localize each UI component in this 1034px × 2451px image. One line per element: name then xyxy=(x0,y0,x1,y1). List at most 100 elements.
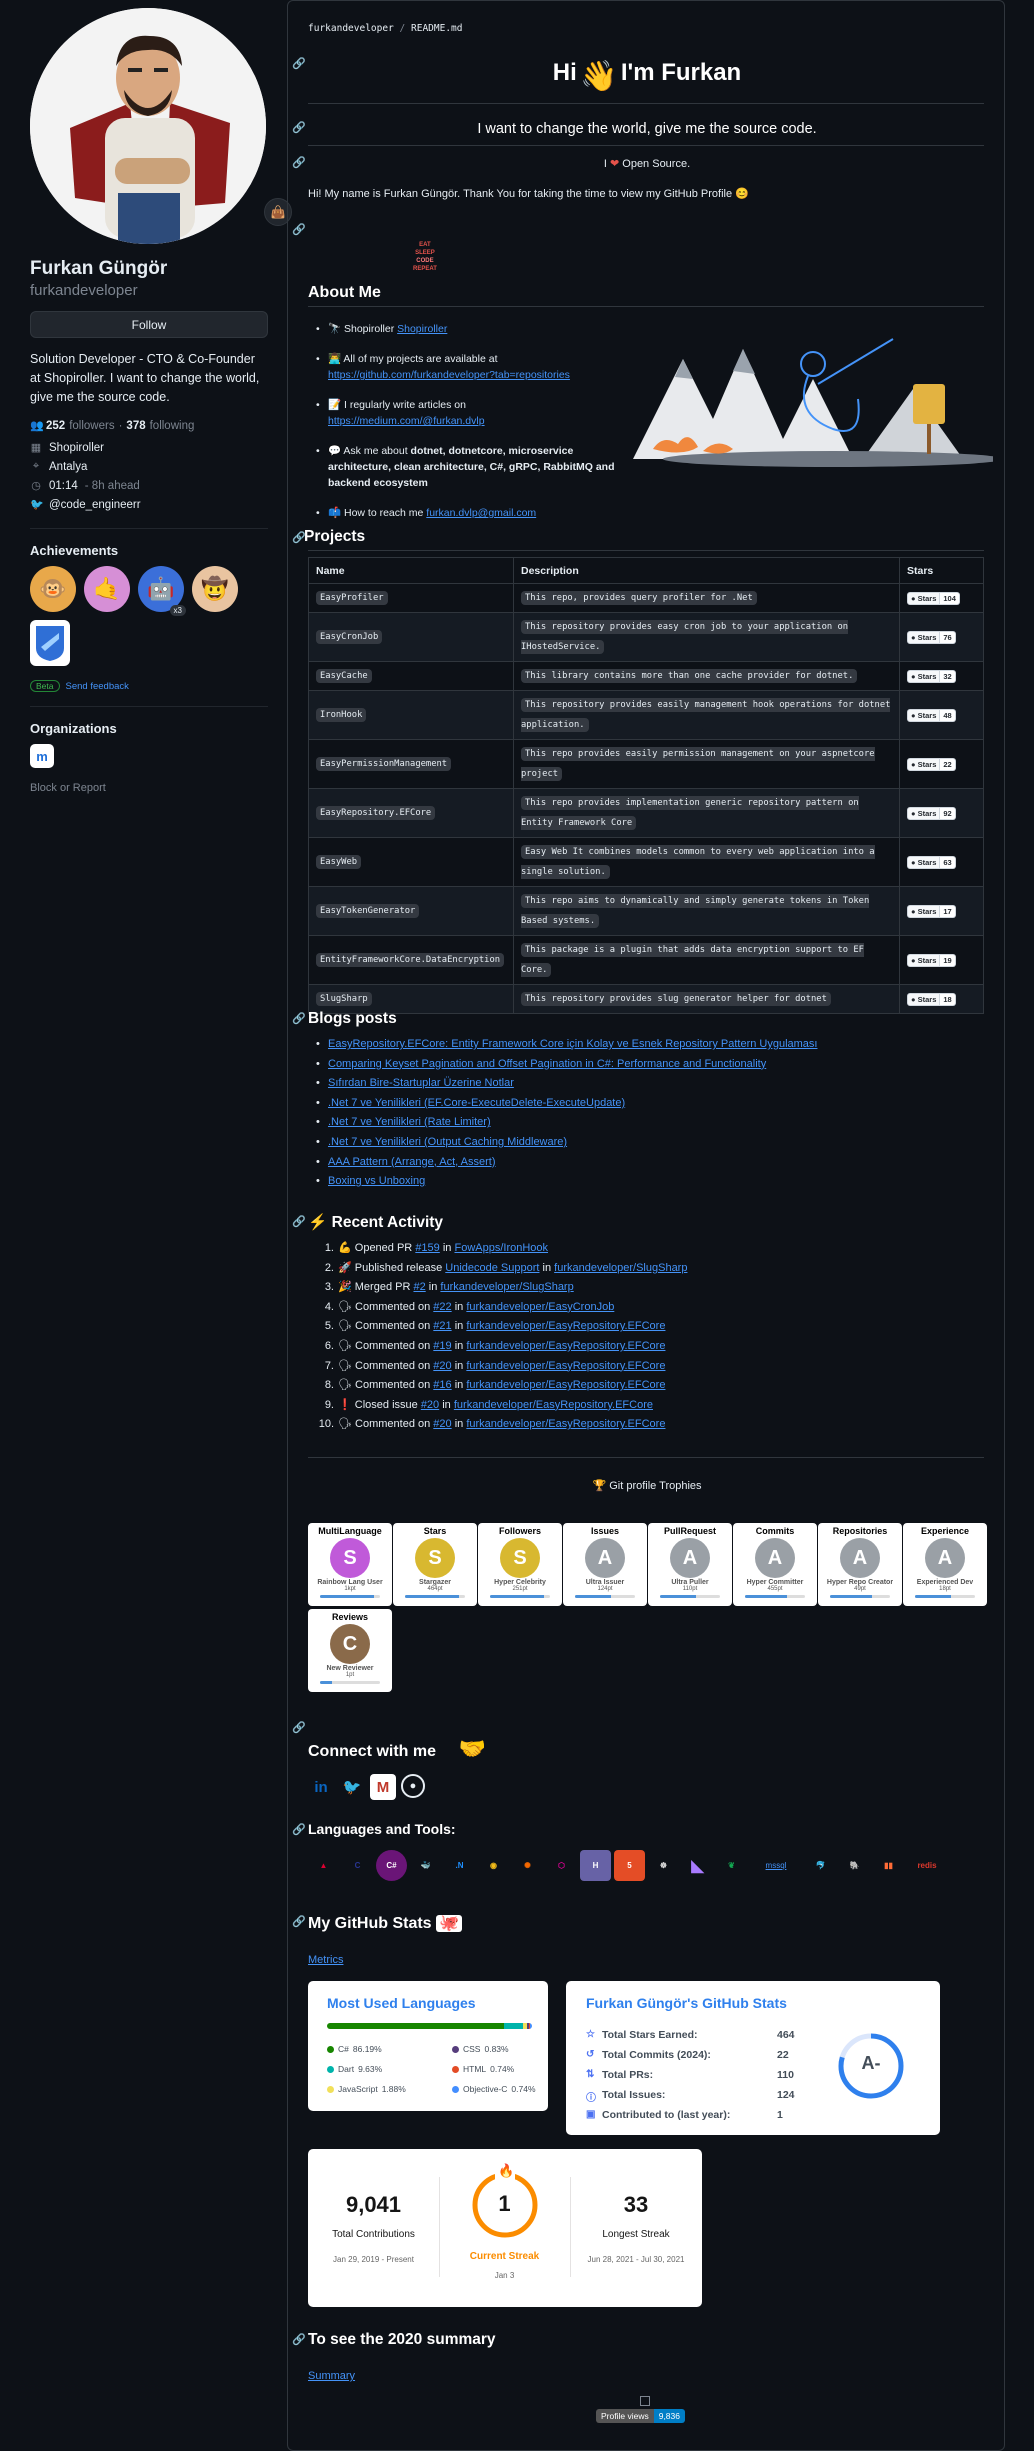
avatar[interactable] xyxy=(30,8,266,244)
blog-post-link[interactable]: .Net 7 ve Yenilikleri (Rate Limiter) xyxy=(316,1113,817,1133)
activity-ref-link[interactable]: #19 xyxy=(433,1340,451,1352)
project-name[interactable]: EasyWeb xyxy=(316,855,362,869)
followers-label[interactable]: followers xyxy=(69,420,114,432)
activity-repo-link[interactable]: furkandeveloper/EasyRepository.EFCore xyxy=(466,1379,665,1391)
activity-ref-link[interactable]: #20 xyxy=(433,1360,451,1372)
blog-post-link[interactable]: .Net 7 ve Yenilikleri (Output Caching Mi… xyxy=(316,1133,817,1153)
anchor-link-icon[interactable]: 🔗 xyxy=(292,2333,306,2346)
mssql-image-alt[interactable]: mssql xyxy=(750,1850,802,1881)
activity-repo-link[interactable]: furkandeveloper/EasyRepository.EFCore xyxy=(454,1399,653,1411)
most-used-languages-card[interactable]: Most Used Languages C# 86.19% CSS 0.83% Da… xyxy=(308,1981,548,2111)
anchor-link-icon[interactable]: 🔗 xyxy=(292,1215,306,1228)
activity-repo-link[interactable]: furkandeveloper/EasyCronJob xyxy=(466,1301,614,1313)
send-feedback-link[interactable]: Send feedback xyxy=(66,681,129,692)
project-name[interactable]: EasyProfiler xyxy=(316,591,388,605)
blog-post-link[interactable]: Boxing vs Unboxing xyxy=(316,1172,817,1192)
activity-ref-link[interactable]: #20 xyxy=(421,1399,439,1411)
followers-count[interactable]: 252 xyxy=(46,420,65,432)
activity-ref-link[interactable]: #21 xyxy=(433,1320,451,1332)
mongodb-icon[interactable]: ❦ xyxy=(716,1850,747,1881)
dotnet-icon[interactable]: .N xyxy=(444,1850,475,1881)
docker-icon[interactable]: 🐳 xyxy=(410,1850,441,1881)
anchor-link-icon[interactable]: 🔗 xyxy=(292,1915,306,1928)
activity-repo-link[interactable]: furkandeveloper/EasyRepository.EFCore xyxy=(466,1320,665,1332)
redis-icon[interactable]: redis xyxy=(907,1850,947,1881)
activity-ref-link[interactable]: #22 xyxy=(433,1301,451,1313)
organization-avatar-icon[interactable]: m xyxy=(30,744,54,768)
following-count[interactable]: 378 xyxy=(126,420,145,432)
angular-icon[interactable]: ▲ xyxy=(308,1850,339,1881)
twitter-icon[interactable]: 🐦 xyxy=(339,1774,365,1800)
mysql-icon[interactable]: 🐬 xyxy=(805,1850,836,1881)
activity-ref-link[interactable]: #159 xyxy=(415,1242,439,1254)
postgres-icon[interactable]: 🐘 xyxy=(839,1850,870,1881)
stars-badge[interactable]: ● Stars 32 xyxy=(907,669,956,683)
block-or-report-link[interactable]: Block or Report xyxy=(30,782,268,794)
rabbitmq-icon[interactable]: ▮▮ xyxy=(873,1850,904,1881)
trophy-card[interactable]: Repositories A Hyper Repo Creator 49pt xyxy=(818,1523,902,1606)
anchor-link-icon[interactable]: 🔗 xyxy=(292,223,306,236)
medium-icon[interactable]: M xyxy=(370,1774,396,1800)
anchor-link-icon[interactable]: 🔗 xyxy=(292,1721,306,1734)
stars-badge[interactable]: ● Stars 104 xyxy=(907,591,960,605)
stars-badge[interactable]: ● Stars 22 xyxy=(907,757,956,771)
activity-ref-link[interactable]: #2 xyxy=(413,1281,425,1293)
trophy-card[interactable]: Reviews C New Reviewer 1pt xyxy=(308,1609,392,1692)
elastic-icon[interactable]: ◉ xyxy=(478,1850,509,1881)
csharp-icon[interactable]: C# xyxy=(376,1850,407,1881)
activity-ref-link[interactable]: #16 xyxy=(433,1379,451,1391)
trophy-card[interactable]: Experience A Experienced Dev 18pt xyxy=(903,1523,987,1606)
anchor-link-icon[interactable]: 🔗 xyxy=(292,1823,306,1836)
following-label[interactable]: following xyxy=(150,420,195,432)
activity-repo-link[interactable]: furkandeveloper/EasyRepository.EFCore xyxy=(466,1418,665,1430)
c-icon[interactable]: C xyxy=(342,1850,373,1881)
anchor-link-icon[interactable]: 🔗 xyxy=(292,1012,306,1025)
github-stats-card[interactable]: Furkan Güngör's GitHub Stats ☆ Total Star… xyxy=(566,1981,940,2135)
trophy-card[interactable]: PullRequest A Ultra Puller 110pt xyxy=(648,1523,732,1606)
blog-post-link[interactable]: Comparing Keyset Pagination and Offset P… xyxy=(316,1055,817,1075)
stars-badge[interactable]: ● Stars 63 xyxy=(907,855,956,869)
blog-post-link[interactable]: Sıfırdan Bire-Startuplar Üzerine Notlar xyxy=(316,1074,817,1094)
project-name[interactable]: EntityFrameworkCore.DataEncryption xyxy=(316,953,505,967)
activity-repo-link[interactable]: furkandeveloper/SlugSharp xyxy=(554,1262,687,1274)
trophy-card[interactable]: Issues A Ultra Issuer 124pt xyxy=(563,1523,647,1606)
stars-badge[interactable]: ● Stars 76 xyxy=(907,630,956,644)
stars-badge[interactable]: ● Stars 18 xyxy=(907,992,956,1006)
blog-post-link[interactable]: AAA Pattern (Arrange, Act, Assert) xyxy=(316,1153,817,1173)
project-name[interactable]: EasyCronJob xyxy=(316,630,383,644)
heroku-icon[interactable]: H xyxy=(580,1850,611,1881)
activity-ref-link[interactable]: Unidecode Support xyxy=(445,1262,539,1274)
trophy-card[interactable]: Followers S Hyper Celebrity 251pt xyxy=(478,1523,562,1606)
summary-link[interactable]: Summary xyxy=(308,2370,355,2382)
stars-badge[interactable]: ● Stars 17 xyxy=(907,904,956,918)
trophy-card[interactable]: Stars S Stargazer 464pt xyxy=(393,1523,477,1606)
activity-repo-link[interactable]: furkandeveloper/EasyRepository.EFCore xyxy=(466,1360,665,1372)
achievement-arctic-icon[interactable] xyxy=(30,620,70,666)
stars-badge[interactable]: ● Stars 92 xyxy=(907,806,956,820)
activity-repo-link[interactable]: furkandeveloper/SlugSharp xyxy=(440,1281,573,1293)
activity-repo-link[interactable]: FowApps/IronHook xyxy=(454,1242,548,1254)
project-name[interactable]: EasyCache xyxy=(316,669,372,683)
achievement-quickdraw-icon[interactable]: 🤠 xyxy=(192,566,238,612)
blog-post-link[interactable]: EasyRepository.EFCore: Entity Framework … xyxy=(316,1035,817,1055)
trophy-card[interactable]: Commits A Hyper Committer 455pt xyxy=(733,1523,817,1606)
project-name[interactable]: EasyPermissionManagement xyxy=(316,757,452,771)
project-name[interactable]: SlugSharp xyxy=(316,992,372,1006)
achievement-yolo-icon[interactable]: 🤙 xyxy=(84,566,130,612)
activity-ref-link[interactable]: #20 xyxy=(433,1418,451,1430)
achievement-pull-shark-icon[interactable]: 🐵 xyxy=(30,566,76,612)
breadcrumb-user[interactable]: furkandeveloper xyxy=(308,23,394,34)
blog-post-link[interactable]: .Net 7 ve Yenilikleri (EF.Core-ExecuteDe… xyxy=(316,1094,817,1114)
html5-icon[interactable]: 5 xyxy=(614,1850,645,1881)
project-name[interactable]: IronHook xyxy=(316,708,367,722)
project-name[interactable]: EasyRepository.EFCore xyxy=(316,806,436,820)
twitter-handle[interactable]: @code_engineerr xyxy=(49,499,141,511)
metrics-image-link[interactable]: Metrics xyxy=(308,1954,343,1966)
stars-badge[interactable]: ● Stars 19 xyxy=(907,953,956,967)
medium-link[interactable]: https://medium.com/@furkan.dvlp xyxy=(328,415,485,427)
graphql-icon[interactable]: ⬡ xyxy=(546,1850,577,1881)
grafana-icon[interactable]: ✺ xyxy=(512,1850,543,1881)
shopiroller-link[interactable]: Shopiroller xyxy=(397,323,447,335)
project-name[interactable]: EasyTokenGenerator xyxy=(316,904,420,918)
email-link[interactable]: furkan.dvlp@gmail.com xyxy=(426,507,536,519)
